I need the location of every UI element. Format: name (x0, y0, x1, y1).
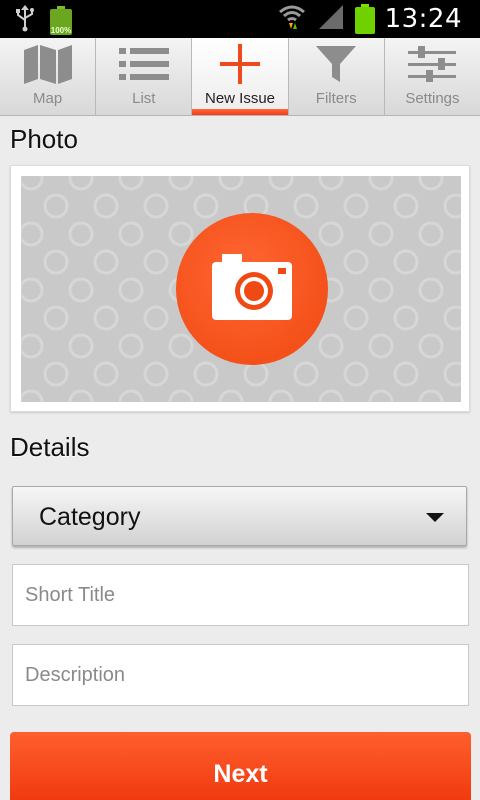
photo-section-title: Photo (10, 124, 78, 154)
plus-icon (210, 44, 270, 84)
tab-list-label: List (132, 90, 156, 107)
battery-small-icon: 100% (50, 5, 72, 36)
tab-list[interactable]: List (96, 38, 193, 115)
map-icon (18, 44, 78, 84)
sliders-icon (402, 44, 462, 84)
description-input[interactable] (13, 645, 468, 705)
tab-map[interactable]: Map (0, 38, 97, 115)
take-photo-button[interactable] (176, 213, 328, 365)
filter-icon (306, 44, 366, 84)
usb-icon (14, 4, 36, 37)
clock: 13:24 (384, 3, 462, 34)
battery-icon (354, 3, 375, 34)
next-button[interactable]: Next (10, 732, 471, 800)
short-title-input[interactable] (13, 565, 468, 625)
status-bar: 100% 13:24 (0, 0, 480, 38)
tab-settings[interactable]: Settings (385, 38, 480, 115)
description-field-container (12, 644, 469, 706)
dropdown-arrow-icon (426, 513, 444, 522)
camera-icon (212, 253, 292, 325)
tab-filters-label: Filters (315, 90, 357, 107)
list-icon (114, 44, 174, 84)
wifi-icon (277, 2, 307, 35)
battery-small-label: 100% (50, 25, 72, 35)
tab-map-label: Map (33, 90, 63, 107)
tab-bar: Map List New Issue Filters Settings (0, 38, 480, 116)
details-section-title: Details (10, 432, 90, 462)
tab-settings-label: Settings (405, 90, 460, 107)
category-value: Category (39, 503, 141, 531)
category-dropdown[interactable]: Category (12, 486, 467, 546)
tab-new-issue[interactable]: New Issue (192, 38, 289, 115)
tab-new-issue-label: New Issue (204, 90, 276, 107)
photo-placeholder[interactable] (21, 176, 461, 402)
photo-card (10, 165, 470, 412)
short-title-field-container (12, 564, 469, 626)
signal-icon (317, 2, 345, 35)
tab-filters[interactable]: Filters (289, 38, 385, 115)
